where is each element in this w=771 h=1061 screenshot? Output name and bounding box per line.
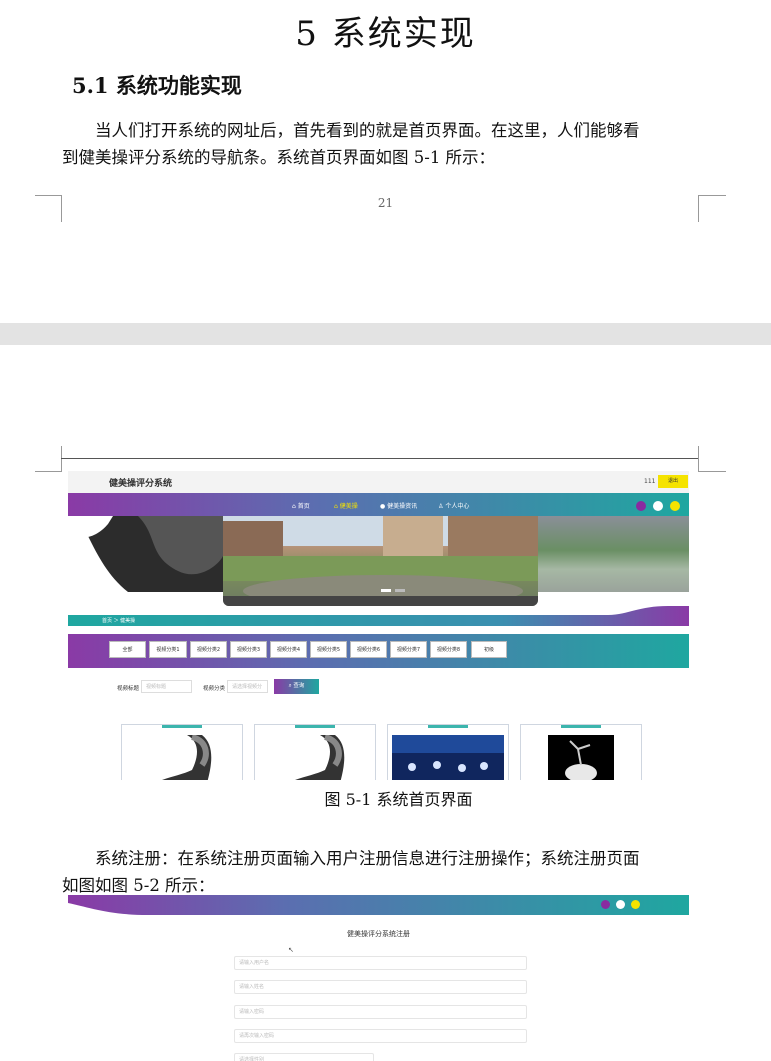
user-icon: ♙ <box>438 503 444 510</box>
category-all[interactable]: 全部 <box>109 641 146 658</box>
category-4[interactable]: 视频分类4 <box>270 641 307 658</box>
card-accent <box>162 725 202 728</box>
title-search-input[interactable]: 视频标题 <box>141 680 192 693</box>
category-search-label: 视频分类 <box>203 686 226 692</box>
card-accent <box>561 725 601 728</box>
query-button-label: 查询 <box>293 683 305 689</box>
password-field[interactable]: 请输入密码 <box>234 1005 527 1019</box>
title-search-label: 视频标题 <box>117 686 140 692</box>
nav-aerobics-label: 健美操 <box>339 503 358 510</box>
campus-photo-image <box>223 516 538 606</box>
register-title: 健美操评分系统注册 <box>347 930 410 938</box>
theme-dot-yellow[interactable] <box>631 900 640 909</box>
theme-dot-purple[interactable] <box>601 900 610 909</box>
logout-button[interactable]: 退出 <box>658 475 688 488</box>
gender-select[interactable]: 请选择性别 <box>234 1053 374 1061</box>
carousel-slide-left <box>68 516 223 592</box>
nav-aerobics[interactable]: ⌂ 健美操 <box>334 501 358 510</box>
paragraph-1: 当人们打开系统的网址后，首先看到的就是首页界面。在这里，人们能够看 到健美操评分… <box>62 117 712 171</box>
paragraph-2: 系统注册：在系统注册页面输入用户注册信息进行注册操作；系统注册页面 如图如图 5… <box>62 845 712 899</box>
header-rule <box>61 458 698 459</box>
register-header-bar <box>68 895 689 915</box>
category-7[interactable]: 视频分类7 <box>390 641 427 658</box>
carousel-indicator[interactable] <box>395 589 405 592</box>
paragraph-1-line-1: 当人们打开系统的网址后，首先看到的就是首页界面。在这里，人们能够看 <box>95 121 640 140</box>
breadcrumb: 首页 ＞ 健美操 <box>102 618 136 624</box>
category-2[interactable]: 视频分类2 <box>190 641 227 658</box>
card-accent <box>295 725 335 728</box>
video-thumbnail-1 <box>162 735 212 780</box>
category-3[interactable]: 视频分类3 <box>230 641 267 658</box>
video-thumbnail-3 <box>392 735 504 780</box>
category-6[interactable]: 视频分类6 <box>350 641 387 658</box>
paragraph-2-line-1: 系统注册：在系统注册页面输入用户注册信息进行注册操作；系统注册页面 <box>95 849 640 868</box>
video-card-1[interactable] <box>121 724 243 780</box>
nav-home[interactable]: ⌂ 首页 <box>292 501 310 510</box>
crop-mark-right-top <box>698 446 726 472</box>
crop-mark-left-top <box>35 446 62 472</box>
nav-home-label: 首页 <box>297 503 310 510</box>
page-gap <box>0 323 771 345</box>
query-button[interactable]: ⌕ 查询 <box>274 679 319 694</box>
section-title: 5.1 系统功能实现 <box>72 73 242 98</box>
category-select-placeholder: 请选择视频分 <box>232 684 263 690</box>
theme-dot-white[interactable] <box>616 900 625 909</box>
chapter-title: 5 系统实现 <box>295 14 476 54</box>
category-5[interactable]: 视频分类5 <box>310 641 347 658</box>
name-field[interactable]: 请输入姓名 <box>234 980 527 994</box>
confirm-password-field[interactable]: 请再次输入密码 <box>234 1029 527 1043</box>
video-card-3[interactable] <box>387 724 509 780</box>
theme-dot-white[interactable] <box>653 501 663 511</box>
theme-dot-yellow[interactable] <box>670 501 680 511</box>
figure-register-screenshot: 健美操评分系统注册 ↖ 请输入用户名 请输入姓名 请输入密码 请再次输入密码 请… <box>68 895 689 1061</box>
dancer-silhouette-image <box>68 516 223 592</box>
nav-profile-label: 个人中心 <box>445 503 470 510</box>
theme-dot-purple[interactable] <box>636 501 646 511</box>
search-icon: ⌕ <box>288 683 292 689</box>
home-icon: ⌂ <box>292 503 296 510</box>
video-thumbnail-2 <box>295 735 345 780</box>
video-card-2[interactable] <box>254 724 376 780</box>
video-card-4[interactable] <box>520 724 642 780</box>
nav-profile[interactable]: ♙ 个人中心 <box>438 501 469 510</box>
nav-news-label: 健美操资讯 <box>387 503 418 510</box>
figure-homepage-screenshot: 健美操评分系统 111 退出 ⌂ 首页 ⌂ 健美操 ● 健美操资讯 ♙ 个人中心 <box>68 471 689 780</box>
site-title: 健美操评分系统 <box>109 479 173 489</box>
username-field[interactable]: 请输入用户名 <box>234 956 527 970</box>
category-select[interactable]: 请选择视频分 <box>227 680 268 693</box>
carousel-slide-right <box>538 516 689 592</box>
figure-5-1-caption: 图 5-1 系统首页界面 <box>324 790 473 809</box>
nav-news[interactable]: ● 健美操资讯 <box>380 501 417 510</box>
breadcrumb-bar <box>68 606 689 626</box>
video-thumbnail-4 <box>548 735 614 780</box>
card-accent <box>428 725 468 728</box>
cursor-icon: ↖ <box>288 946 294 954</box>
category-beginner[interactable]: 初级 <box>471 641 507 658</box>
category-1[interactable]: 视频分类1 <box>149 641 187 658</box>
carousel-indicator-active[interactable] <box>381 589 391 592</box>
page-number: 21 <box>377 196 394 210</box>
username: 111 <box>644 478 656 485</box>
category-8[interactable]: 视频分类8 <box>430 641 467 658</box>
nav-bar <box>68 493 689 516</box>
news-icon: ● <box>380 503 386 510</box>
aerobics-icon: ⌂ <box>334 503 338 510</box>
carousel-slide-main[interactable] <box>223 516 538 606</box>
paragraph-1-line-2: 到健美操评分系统的导航条。系统首页界面如图 5-1 所示： <box>62 148 496 167</box>
